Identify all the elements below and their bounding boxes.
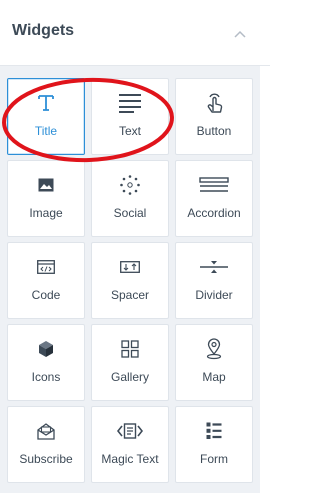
magic-text-icon [92, 420, 168, 442]
widget-label: Divider [195, 288, 233, 302]
panel-title: Widgets [12, 22, 75, 39]
widget-tile-title[interactable]: Title [7, 78, 85, 155]
widget-tile-button[interactable]: Button [175, 78, 253, 155]
widget-label: Title [34, 124, 58, 138]
widget-tile-gallery[interactable]: Gallery [91, 324, 169, 401]
map-pin-icon [176, 338, 252, 360]
widget-label: Image [29, 206, 63, 220]
widget-tile-subscribe[interactable]: Subscribe [7, 406, 85, 483]
widget-label: Spacer [110, 288, 150, 302]
spacer-icon [92, 256, 168, 278]
social-dots-icon [92, 174, 168, 196]
chevron-up-icon [234, 30, 246, 38]
widget-label: Text [118, 124, 141, 138]
widgets-panel-header[interactable]: Widgets [0, 0, 270, 66]
title-icon [8, 92, 84, 114]
cube-icon [8, 338, 84, 360]
widget-tile-accordion[interactable]: Accordion [175, 160, 253, 237]
widget-tile-social[interactable]: Social [91, 160, 169, 237]
widget-tile-image[interactable]: Image [7, 160, 85, 237]
widget-tile-text[interactable]: Text [91, 78, 169, 155]
widget-label: Gallery [110, 370, 149, 384]
widget-label: Icons [31, 370, 61, 384]
widget-label: Social [113, 206, 147, 220]
accordion-icon [176, 174, 252, 196]
collapse-button[interactable] [228, 25, 252, 43]
widget-tile-map[interactable]: Map [175, 324, 253, 401]
envelope-icon [8, 420, 84, 442]
widget-label: Subscribe [19, 452, 73, 466]
code-icon [8, 256, 84, 278]
tap-finger-icon [176, 92, 252, 114]
form-list-icon [176, 420, 252, 442]
widget-tile-divider[interactable]: Divider [175, 242, 253, 319]
image-icon [8, 174, 84, 196]
widget-label: Form [200, 452, 228, 466]
widget-label: Map [202, 370, 226, 384]
gallery-grid-icon [92, 338, 168, 360]
divider-icon [176, 256, 252, 278]
widget-tile-spacer[interactable]: Spacer [91, 242, 169, 319]
widget-label: Button [196, 124, 232, 138]
widget-label: Accordion [187, 206, 241, 220]
widget-label: Code [31, 288, 61, 302]
widget-tile-icons[interactable]: Icons [7, 324, 85, 401]
widget-tile-form[interactable]: Form [175, 406, 253, 483]
widget-tile-code[interactable]: Code [7, 242, 85, 319]
widget-label: Magic Text [101, 452, 159, 466]
text-lines-icon [92, 92, 168, 114]
widget-tile-magic-text[interactable]: Magic Text [91, 406, 169, 483]
widget-grid: Title Text Button Image Social Accordion… [0, 66, 260, 493]
